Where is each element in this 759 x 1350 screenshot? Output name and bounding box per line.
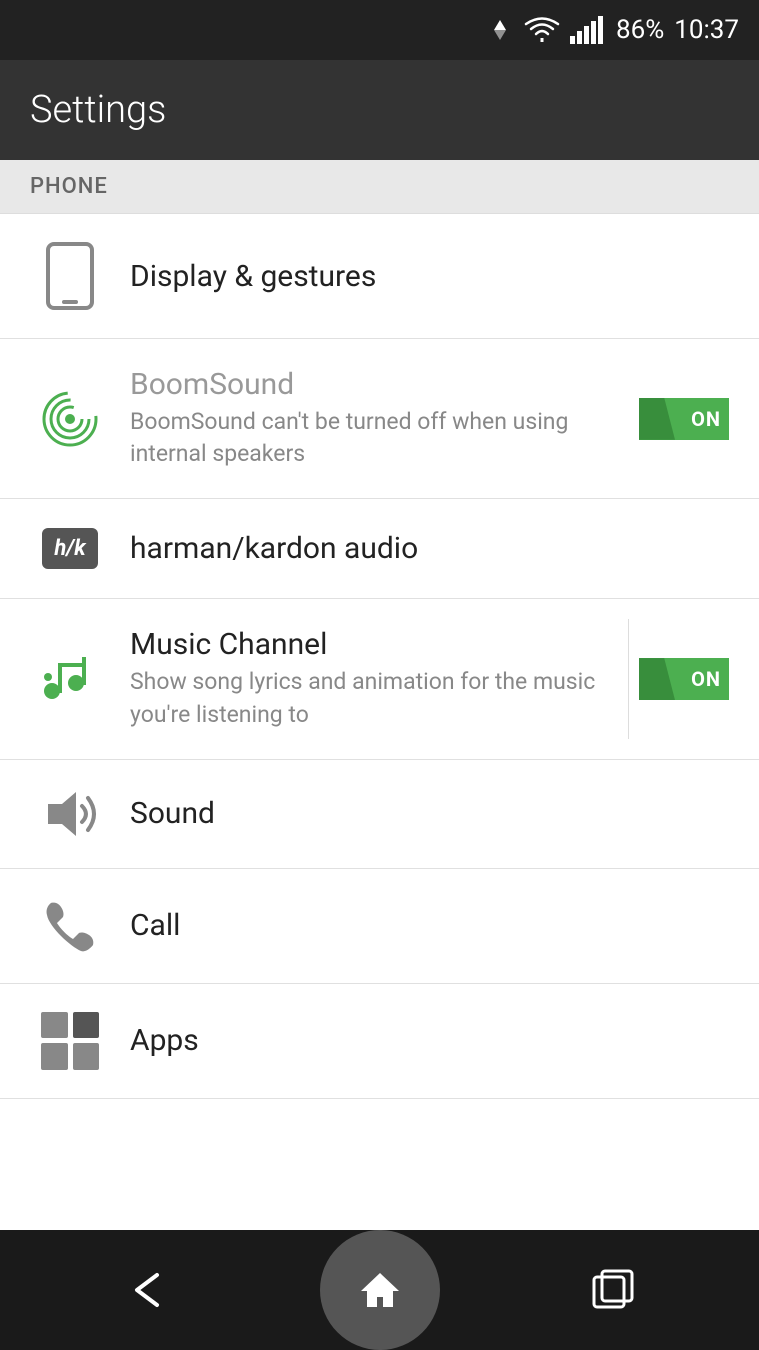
- music-channel-title: Music Channel: [130, 627, 623, 662]
- sound-icon: [30, 788, 110, 840]
- apps-grid: [41, 1012, 99, 1070]
- boomsound-title: BoomSound: [130, 367, 623, 402]
- call-icon: [30, 897, 110, 955]
- boomsound-content: BoomSound BoomSound can't be turned off …: [110, 367, 623, 470]
- music-channel-subtitle: Show song lyrics and animation for the m…: [130, 666, 623, 730]
- home-button[interactable]: [320, 1230, 440, 1350]
- status-bar: 86% 10:37: [0, 0, 759, 60]
- display-gestures-icon: [30, 242, 110, 310]
- wifi-icon: [524, 16, 560, 44]
- settings-item-harman-kardon[interactable]: h/k harman/kardon audio: [0, 499, 759, 599]
- call-title: Call: [130, 908, 729, 943]
- boomsound-toggle[interactable]: ON: [639, 398, 729, 440]
- data-transfer-icon: [486, 16, 514, 44]
- settings-item-sound[interactable]: Sound: [0, 760, 759, 869]
- sound-content: Sound: [110, 796, 729, 831]
- apps-grid-cell-2: [73, 1012, 100, 1039]
- hk-icon: h/k: [30, 528, 110, 569]
- display-gestures-title: Display & gestures: [130, 259, 729, 294]
- signal-icon: [570, 16, 606, 44]
- call-content: Call: [110, 908, 729, 943]
- music-channel-icon: [30, 649, 110, 709]
- apps-grid-cell-3: [41, 1043, 68, 1070]
- settings-item-music-channel[interactable]: Music Channel Show song lyrics and anima…: [0, 599, 759, 759]
- boomsound-subtitle: BoomSound can't be turned off when using…: [130, 406, 623, 470]
- settings-item-apps[interactable]: Apps: [0, 984, 759, 1099]
- harman-kardon-content: harman/kardon audio: [110, 531, 729, 566]
- apps-grid-cell-1: [41, 1012, 68, 1039]
- music-channel-toggle[interactable]: ON: [639, 658, 729, 700]
- time-text: 10:37: [674, 15, 739, 45]
- settings-item-boomsound[interactable]: BoomSound BoomSound can't be turned off …: [0, 339, 759, 499]
- hk-badge: h/k: [42, 528, 97, 569]
- recents-button[interactable]: [573, 1250, 653, 1330]
- settings-list: Display & gestures BoomSound BoomSound c…: [0, 214, 759, 1099]
- settings-item-display-gestures[interactable]: Display & gestures: [0, 214, 759, 339]
- section-label: PHONE: [30, 174, 108, 199]
- settings-header: Settings: [0, 60, 759, 160]
- nav-bar: [0, 1230, 759, 1350]
- display-gestures-content: Display & gestures: [110, 259, 729, 294]
- section-header-phone: PHONE: [0, 160, 759, 214]
- boomsound-icon: [30, 389, 110, 449]
- back-button[interactable]: [107, 1250, 187, 1330]
- settings-item-call[interactable]: Call: [0, 869, 759, 984]
- apps-content: Apps: [110, 1023, 729, 1058]
- apps-title: Apps: [130, 1023, 729, 1058]
- battery-text: 86%: [616, 15, 664, 45]
- sound-title: Sound: [130, 796, 729, 831]
- status-icons: 86% 10:37: [486, 15, 739, 45]
- harman-kardon-title: harman/kardon audio: [130, 531, 729, 566]
- page-title: Settings: [30, 88, 166, 132]
- music-channel-content: Music Channel Show song lyrics and anima…: [110, 627, 623, 730]
- apps-icon: [30, 1012, 110, 1070]
- music-channel-divider: [628, 619, 629, 738]
- apps-grid-cell-4: [73, 1043, 100, 1070]
